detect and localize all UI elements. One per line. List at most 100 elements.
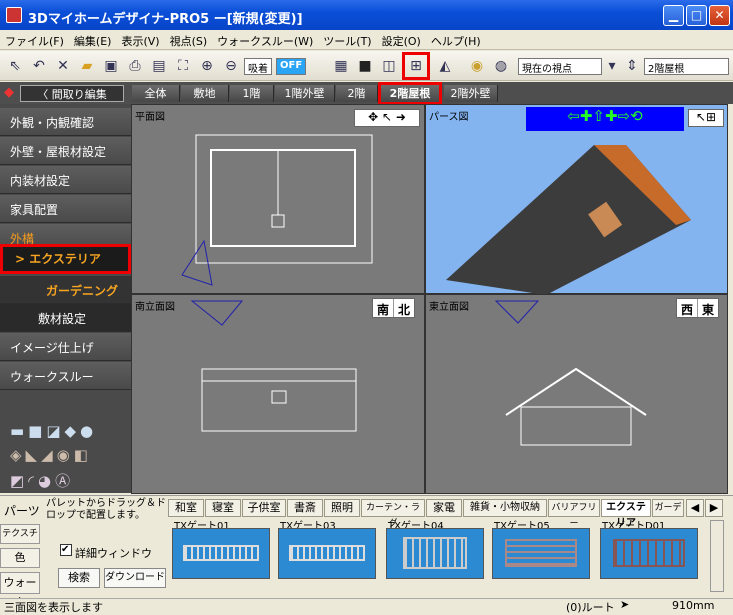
- open-folder-icon[interactable]: ▰: [76, 55, 98, 77]
- close-button[interactable]: ✕: [709, 5, 730, 26]
- paint-bucket-icon[interactable]: ◭: [434, 55, 456, 77]
- fit-icon[interactable]: ⛶: [172, 55, 194, 77]
- tab-all[interactable]: 全体: [132, 85, 180, 102]
- menu-bar: ファイル(F) 編集(E) 表示(V) 視点(S) ウォークスルー(W) ツール(T) 設定…: [0, 30, 733, 50]
- plan-view-pane[interactable]: 平面図 ✥ ↖ ➜: [131, 104, 425, 294]
- gate-thumbnail[interactable]: [172, 528, 270, 579]
- camera-icon[interactable]: ◍: [490, 55, 512, 77]
- category-tab[interactable]: ガーデン: [652, 499, 684, 517]
- perspective-view-pane[interactable]: パース図 ⇦✚⇧✚⇨⟲ ↖⊞: [425, 104, 728, 295]
- menu-view[interactable]: 表示(V): [116, 30, 164, 49]
- gate-thumbnail[interactable]: [386, 528, 484, 579]
- chevron-right-icon: >: [15, 252, 30, 266]
- status-message: 三面図を表示します: [4, 601, 103, 614]
- search-button[interactable]: 検索: [58, 568, 100, 588]
- tab-2f-wall[interactable]: 2階外壁: [444, 85, 498, 102]
- undo-icon[interactable]: ↶: [28, 55, 50, 77]
- menu-file[interactable]: ファイル(F): [0, 30, 69, 49]
- south-elevation-drawing: [190, 300, 357, 432]
- status-route: (0)ルート: [566, 601, 615, 614]
- tab-scroll-right-icon[interactable]: ▶: [705, 499, 723, 517]
- category-tab[interactable]: 和室: [168, 499, 204, 517]
- menu-tools[interactable]: ツール(T): [318, 30, 376, 49]
- snap-toggle[interactable]: OFF: [276, 58, 307, 75]
- download-button[interactable]: ダウンロード: [104, 568, 166, 588]
- category-tab[interactable]: 雑貨・小物収納: [463, 499, 547, 517]
- tab-2f[interactable]: 2階: [336, 85, 378, 102]
- sidebar-item-exteria-label: エクステリア: [29, 252, 101, 266]
- sidebar-item-furniture[interactable]: 家具配置: [0, 195, 131, 223]
- maximize-button[interactable]: □: [686, 5, 707, 26]
- east-elevation-drawing: [494, 300, 647, 446]
- tab-2f-roof[interactable]: 2階屋根: [378, 82, 442, 105]
- sidebar-item-exterior-check[interactable]: 外観・内観確認: [0, 108, 131, 136]
- category-tab[interactable]: 家電: [426, 499, 462, 517]
- category-tab[interactable]: カーテン・ラグ: [361, 499, 425, 529]
- east-elevation-pane[interactable]: 東立面図 西東: [425, 294, 728, 494]
- detail-checkbox-label: 詳細ウィンドウ: [75, 547, 152, 560]
- snap-label: 吸着: [244, 58, 272, 75]
- palette-scrollbar[interactable]: [710, 520, 724, 592]
- category-tab[interactable]: 寝室: [205, 499, 241, 517]
- viewpoint-dropdown-icon[interactable]: ▾: [604, 55, 620, 77]
- category-tab[interactable]: 書斎: [287, 499, 323, 517]
- category-tab[interactable]: 子供室: [242, 499, 286, 517]
- select-arrow-icon[interactable]: ⇖: [4, 55, 26, 77]
- sidebar-item-interior[interactable]: 内装材設定: [0, 166, 131, 194]
- status-bar: 三面図を表示します (0)ルート ➤ 910mm: [0, 598, 733, 614]
- gate-thumbnail[interactable]: [600, 528, 698, 579]
- gate-thumbnail[interactable]: [278, 528, 376, 579]
- grid-icon[interactable]: ▦: [330, 55, 352, 77]
- tab-1f[interactable]: 1階: [230, 85, 274, 102]
- parts-label: パーツ: [4, 504, 40, 518]
- object-tools-icon[interactable]: ◈◣◢◉◧: [10, 446, 92, 464]
- texture-tab[interactable]: テクスチャ: [0, 524, 40, 557]
- menu-walkthrough[interactable]: ウォークスルー(W): [212, 30, 318, 49]
- sidebar-item-gardening[interactable]: ガーデニング: [0, 276, 131, 304]
- save-icon[interactable]: ▣: [100, 55, 122, 77]
- sidebar-item-wall-roof[interactable]: 外壁・屋根材設定: [0, 137, 131, 165]
- category-tab[interactable]: 照明: [324, 499, 360, 517]
- detail-checkbox[interactable]: ✔: [60, 544, 72, 556]
- four-view-icon[interactable]: ⊞: [402, 52, 430, 80]
- zoom-out-icon[interactable]: ⊖: [220, 55, 242, 77]
- tab-scroll-left-icon[interactable]: ◀: [686, 499, 704, 517]
- viewpoint-select[interactable]: 現在の視点: [518, 58, 602, 75]
- app-icon: [6, 7, 22, 23]
- color-tab[interactable]: 色: [0, 548, 40, 568]
- sidebar-item-finish[interactable]: イメージ仕上げ: [0, 333, 131, 361]
- gate-thumbnail[interactable]: [492, 528, 590, 579]
- floor-select[interactable]: 2階屋根: [644, 58, 729, 75]
- edit-tools-icon[interactable]: ◩◜◕Ⓐ: [10, 470, 74, 491]
- tab-site[interactable]: 敷地: [181, 85, 229, 102]
- cursor-icon: ➤: [620, 598, 630, 611]
- back-to-floorplan-button[interactable]: 〈 間取り編集: [20, 85, 124, 102]
- shape-tools-icon[interactable]: ▬■◪◆●: [10, 422, 97, 440]
- category-tab-selected[interactable]: エクステリア: [601, 499, 651, 529]
- back-chevron-icon: 〈: [37, 88, 52, 101]
- menu-viewpoint[interactable]: 視点(S): [165, 30, 213, 49]
- menu-help[interactable]: ヘルプ(H): [426, 30, 486, 49]
- print-icon[interactable]: ⎙: [124, 55, 146, 77]
- sidebar-item-paving[interactable]: 敷材設定: [0, 304, 131, 332]
- window-title: 3Dマイホームデザイナ-PRO5 ー[新規(変更)]: [28, 12, 303, 27]
- category-tab[interactable]: バリアフリー: [548, 499, 600, 529]
- menu-edit[interactable]: 編集(E): [69, 30, 117, 49]
- tab-1f-wall[interactable]: 1階外壁: [275, 85, 335, 102]
- material-icon[interactable]: ◉: [466, 55, 488, 77]
- split-view-icon[interactable]: ◫: [378, 55, 400, 77]
- walk-tab[interactable]: ウォーク: [0, 572, 40, 609]
- status-scale: 910mm: [672, 599, 715, 612]
- palette-hint: パレットからドラッグ＆ドロップで配置します。: [46, 498, 166, 521]
- menu-settings[interactable]: 設定(O): [377, 30, 426, 49]
- sidebar-item-walkthrough[interactable]: ウォークスルー: [0, 362, 131, 390]
- single-view-icon[interactable]: ■: [354, 55, 376, 77]
- zoom-in-icon[interactable]: ⊕: [196, 55, 218, 77]
- sidebar-item-exteria[interactable]: > エクステリア: [0, 244, 131, 274]
- image-icon[interactable]: ▤: [148, 55, 170, 77]
- minimize-button[interactable]: ▁: [663, 5, 684, 26]
- delete-icon[interactable]: ✕: [52, 55, 74, 77]
- floor-spinner-icon[interactable]: ⇕: [624, 55, 640, 77]
- roof-3d-drawing: [446, 145, 691, 295]
- south-elevation-pane[interactable]: 南立面図 南北: [131, 294, 425, 494]
